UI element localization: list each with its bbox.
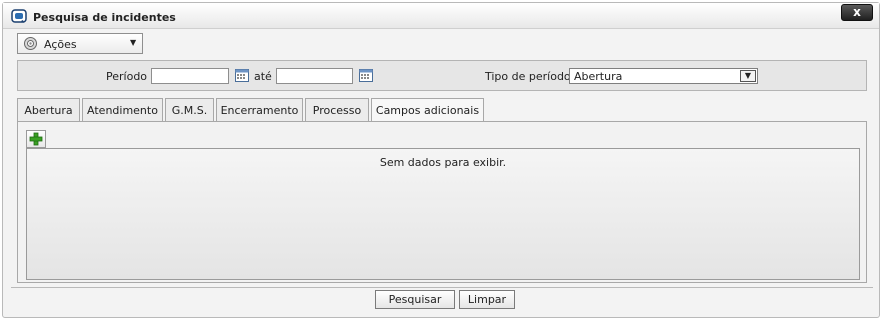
footer-divider	[11, 287, 873, 288]
period-end-input[interactable]	[276, 68, 353, 84]
clear-button[interactable]: Limpar	[459, 290, 515, 309]
calendar-icon[interactable]	[359, 68, 373, 82]
period-label: Período :	[106, 70, 155, 83]
period-start-input[interactable]	[151, 68, 229, 84]
chevron-down-icon: ▼	[130, 38, 137, 47]
period-type-value: Abertura	[574, 70, 623, 83]
tab-abertura[interactable]: Abertura	[17, 98, 80, 122]
dialog-title: Pesquisa de incidentes	[33, 11, 176, 24]
tab-gms[interactable]: G.M.S.	[165, 98, 214, 122]
search-incidents-dialog: Pesquisa de incidentes x Ações ▼ Período…	[2, 2, 880, 318]
add-button[interactable]	[26, 130, 46, 148]
actions-menu-button[interactable]: Ações ▼	[17, 33, 143, 54]
results-grid: Sem dados para exibir.	[26, 148, 860, 280]
app-logo-icon	[11, 9, 27, 23]
search-button[interactable]: Pesquisar	[375, 290, 455, 309]
period-type-select[interactable]: Abertura ▼	[569, 68, 758, 84]
tab-processo[interactable]: Processo	[305, 98, 369, 122]
close-button[interactable]: x	[841, 4, 873, 21]
period-type-label: Tipo de período :	[485, 70, 578, 83]
title-bar: Pesquisa de incidentes x	[3, 3, 879, 29]
tab-campos-adicionais[interactable]: Campos adicionais	[371, 98, 484, 123]
until-label: até	[254, 70, 272, 83]
chevron-down-icon[interactable]: ▼	[740, 70, 756, 82]
tab-encerramento[interactable]: Encerramento	[216, 98, 303, 122]
calendar-icon[interactable]	[235, 68, 249, 82]
tab-atendimento[interactable]: Atendimento	[82, 98, 163, 122]
filter-panel: Período : até Tipo de período : Abertura…	[17, 60, 867, 91]
plus-icon	[29, 132, 43, 146]
actions-label: Ações	[44, 38, 77, 51]
empty-message: Sem dados para exibir.	[379, 156, 507, 169]
gear-icon	[24, 37, 37, 50]
tab-panel: Sem dados para exibir.	[17, 121, 867, 283]
